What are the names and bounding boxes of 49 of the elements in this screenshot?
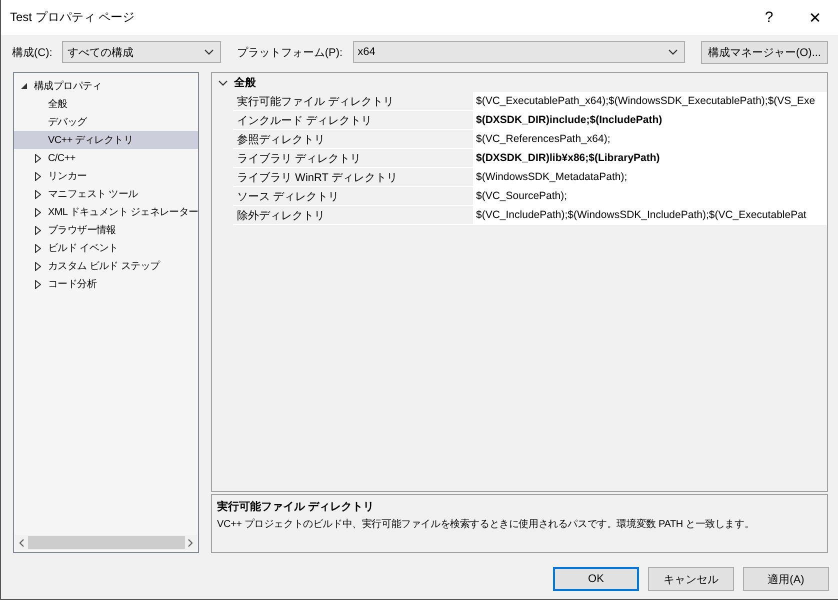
dialog-button[interactable]: キャンセル: [648, 567, 734, 591]
chevron-down-icon: [668, 49, 678, 55]
property-value[interactable]: $(VC_ExecutablePath_x64);$(WindowsSDK_ExecutablePath);$(VS_Exe: [473, 92, 827, 110]
tree-item[interactable]: リンカー: [14, 167, 198, 185]
tree-item[interactable]: C/C++: [14, 149, 198, 167]
tree-item[interactable]: デバッグ: [14, 113, 198, 131]
platform-label: プラットフォーム(P):: [236, 46, 343, 60]
collapsed-triangle-icon[interactable]: [35, 172, 41, 180]
collapsed-triangle-icon[interactable]: [35, 154, 41, 162]
dialog-button[interactable]: 適用(A): [743, 567, 829, 591]
close-button[interactable]: ✕: [792, 8, 838, 26]
collapsed-triangle-icon[interactable]: [35, 244, 41, 252]
tree-item[interactable]: VC++ ディレクトリ: [14, 131, 198, 149]
property-value[interactable]: $(VC_SourcePath);: [473, 187, 827, 205]
help-button[interactable]: ?: [746, 9, 792, 26]
property-value[interactable]: $(VC_IncludePath);$(WindowsSDK_IncludePath);$(VC_ExecutablePat: [473, 206, 827, 224]
property-value[interactable]: $(WindowsSDK_MetadataPath);: [473, 168, 827, 186]
dialog-button[interactable]: OK: [553, 567, 639, 591]
scrollbar-thumb[interactable]: [28, 536, 184, 549]
description-text: VC++ プロジェクトのビルド中、実行可能ファイルを検索するときに使用されるパスです。環境変数 PATH と一致します。: [217, 518, 756, 531]
collapsed-triangle-icon[interactable]: [35, 208, 41, 216]
configuration-dropdown[interactable]: すべての構成: [62, 41, 221, 63]
expanded-triangle-icon[interactable]: [20, 82, 28, 90]
tree-item[interactable]: カスタム ビルド ステップ: [14, 257, 198, 275]
horizontal-scrollbar[interactable]: [15, 535, 197, 550]
tree-item[interactable]: コード分析: [14, 275, 198, 293]
platform-dropdown[interactable]: x64: [352, 41, 685, 63]
collapsed-triangle-icon[interactable]: [35, 262, 41, 270]
collapsed-triangle-icon[interactable]: [35, 226, 41, 234]
tree-item[interactable]: 全般: [14, 95, 198, 113]
chevron-icon[interactable]: [218, 80, 228, 86]
tree-item[interactable]: XML ドキュメント ジェネレーター: [14, 203, 198, 221]
configuration-manager-button[interactable]: 構成マネージャー(O)...: [700, 40, 828, 64]
tree-item[interactable]: 構成プロパティ: [14, 77, 198, 95]
tree-item[interactable]: ブラウザー情報: [14, 221, 198, 239]
collapsed-triangle-icon[interactable]: [35, 280, 41, 288]
property-value[interactable]: $(DXSDK_DIR)lib¥x86;$(LibraryPath): [473, 149, 827, 167]
collapsed-triangle-icon[interactable]: [35, 190, 41, 198]
property-value[interactable]: $(DXSDK_DIR)include;$(IncludePath): [473, 111, 827, 129]
configuration-label: 構成(C):: [12, 46, 52, 60]
tree-item[interactable]: マニフェスト ツール: [14, 185, 198, 203]
description-title: 実行可能ファイル ディレクトリ: [217, 500, 376, 514]
window-title: Test プロパティ ページ: [10, 9, 136, 26]
tree-item[interactable]: ビルド イベント: [14, 239, 198, 257]
chevron-down-icon: [204, 49, 214, 55]
property-value[interactable]: $(VC_ReferencesPath_x64);: [473, 130, 827, 148]
category-header[interactable]: 全般: [212, 73, 827, 92]
scroll-left-icon[interactable]: [18, 538, 24, 546]
scroll-right-icon[interactable]: [188, 538, 194, 546]
